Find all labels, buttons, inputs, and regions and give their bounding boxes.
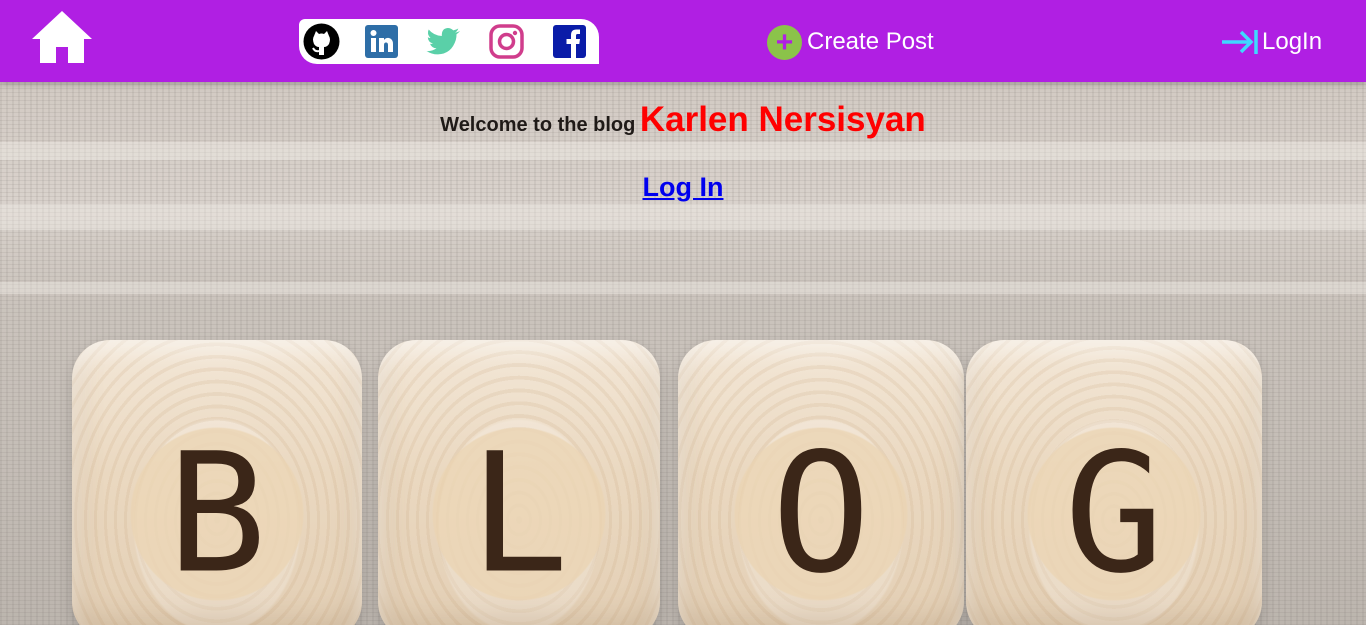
github-link[interactable] bbox=[303, 23, 340, 60]
twitter-link[interactable] bbox=[425, 23, 462, 60]
login-arrow-icon bbox=[1222, 30, 1258, 54]
facebook-link[interactable] bbox=[551, 23, 588, 60]
login-link-container: Log In bbox=[0, 172, 1366, 203]
cube-letter: O bbox=[771, 417, 871, 610]
create-post-button[interactable]: + Create Post bbox=[767, 24, 934, 60]
linkedin-icon bbox=[365, 25, 398, 58]
cube-letter: G bbox=[1064, 417, 1164, 610]
instagram-icon bbox=[489, 24, 524, 59]
plus-circle-icon: + bbox=[767, 24, 802, 60]
linkedin-link[interactable] bbox=[363, 23, 400, 60]
cube-letter: L bbox=[469, 417, 569, 610]
blog-cube-g: G bbox=[966, 340, 1262, 625]
author-name: Karlen Nersisyan bbox=[639, 100, 926, 139]
home-icon bbox=[32, 11, 92, 63]
cube-letter: B bbox=[167, 417, 267, 610]
welcome-text: Welcome to the blog bbox=[440, 114, 636, 136]
github-icon bbox=[303, 23, 340, 60]
instagram-link[interactable] bbox=[488, 23, 525, 60]
create-post-label: Create Post bbox=[807, 28, 934, 55]
welcome-heading: Welcome to the blog Karlen Nersisyan bbox=[0, 100, 1366, 140]
login-nav-label: LogIn bbox=[1262, 28, 1323, 55]
login-nav-button[interactable]: LogIn bbox=[1220, 24, 1322, 60]
hero-banner-image: B L O G bbox=[0, 82, 1366, 625]
blog-cube-b: B bbox=[72, 340, 362, 625]
home-button[interactable] bbox=[30, 9, 94, 65]
social-links-bar bbox=[299, 19, 599, 64]
top-navbar: + Create Post LogIn bbox=[0, 0, 1366, 82]
facebook-icon bbox=[553, 25, 586, 58]
login-link[interactable]: Log In bbox=[643, 172, 724, 202]
blog-cube-l: L bbox=[378, 340, 660, 625]
blog-cube-o: O bbox=[678, 340, 964, 625]
twitter-icon bbox=[426, 28, 460, 55]
